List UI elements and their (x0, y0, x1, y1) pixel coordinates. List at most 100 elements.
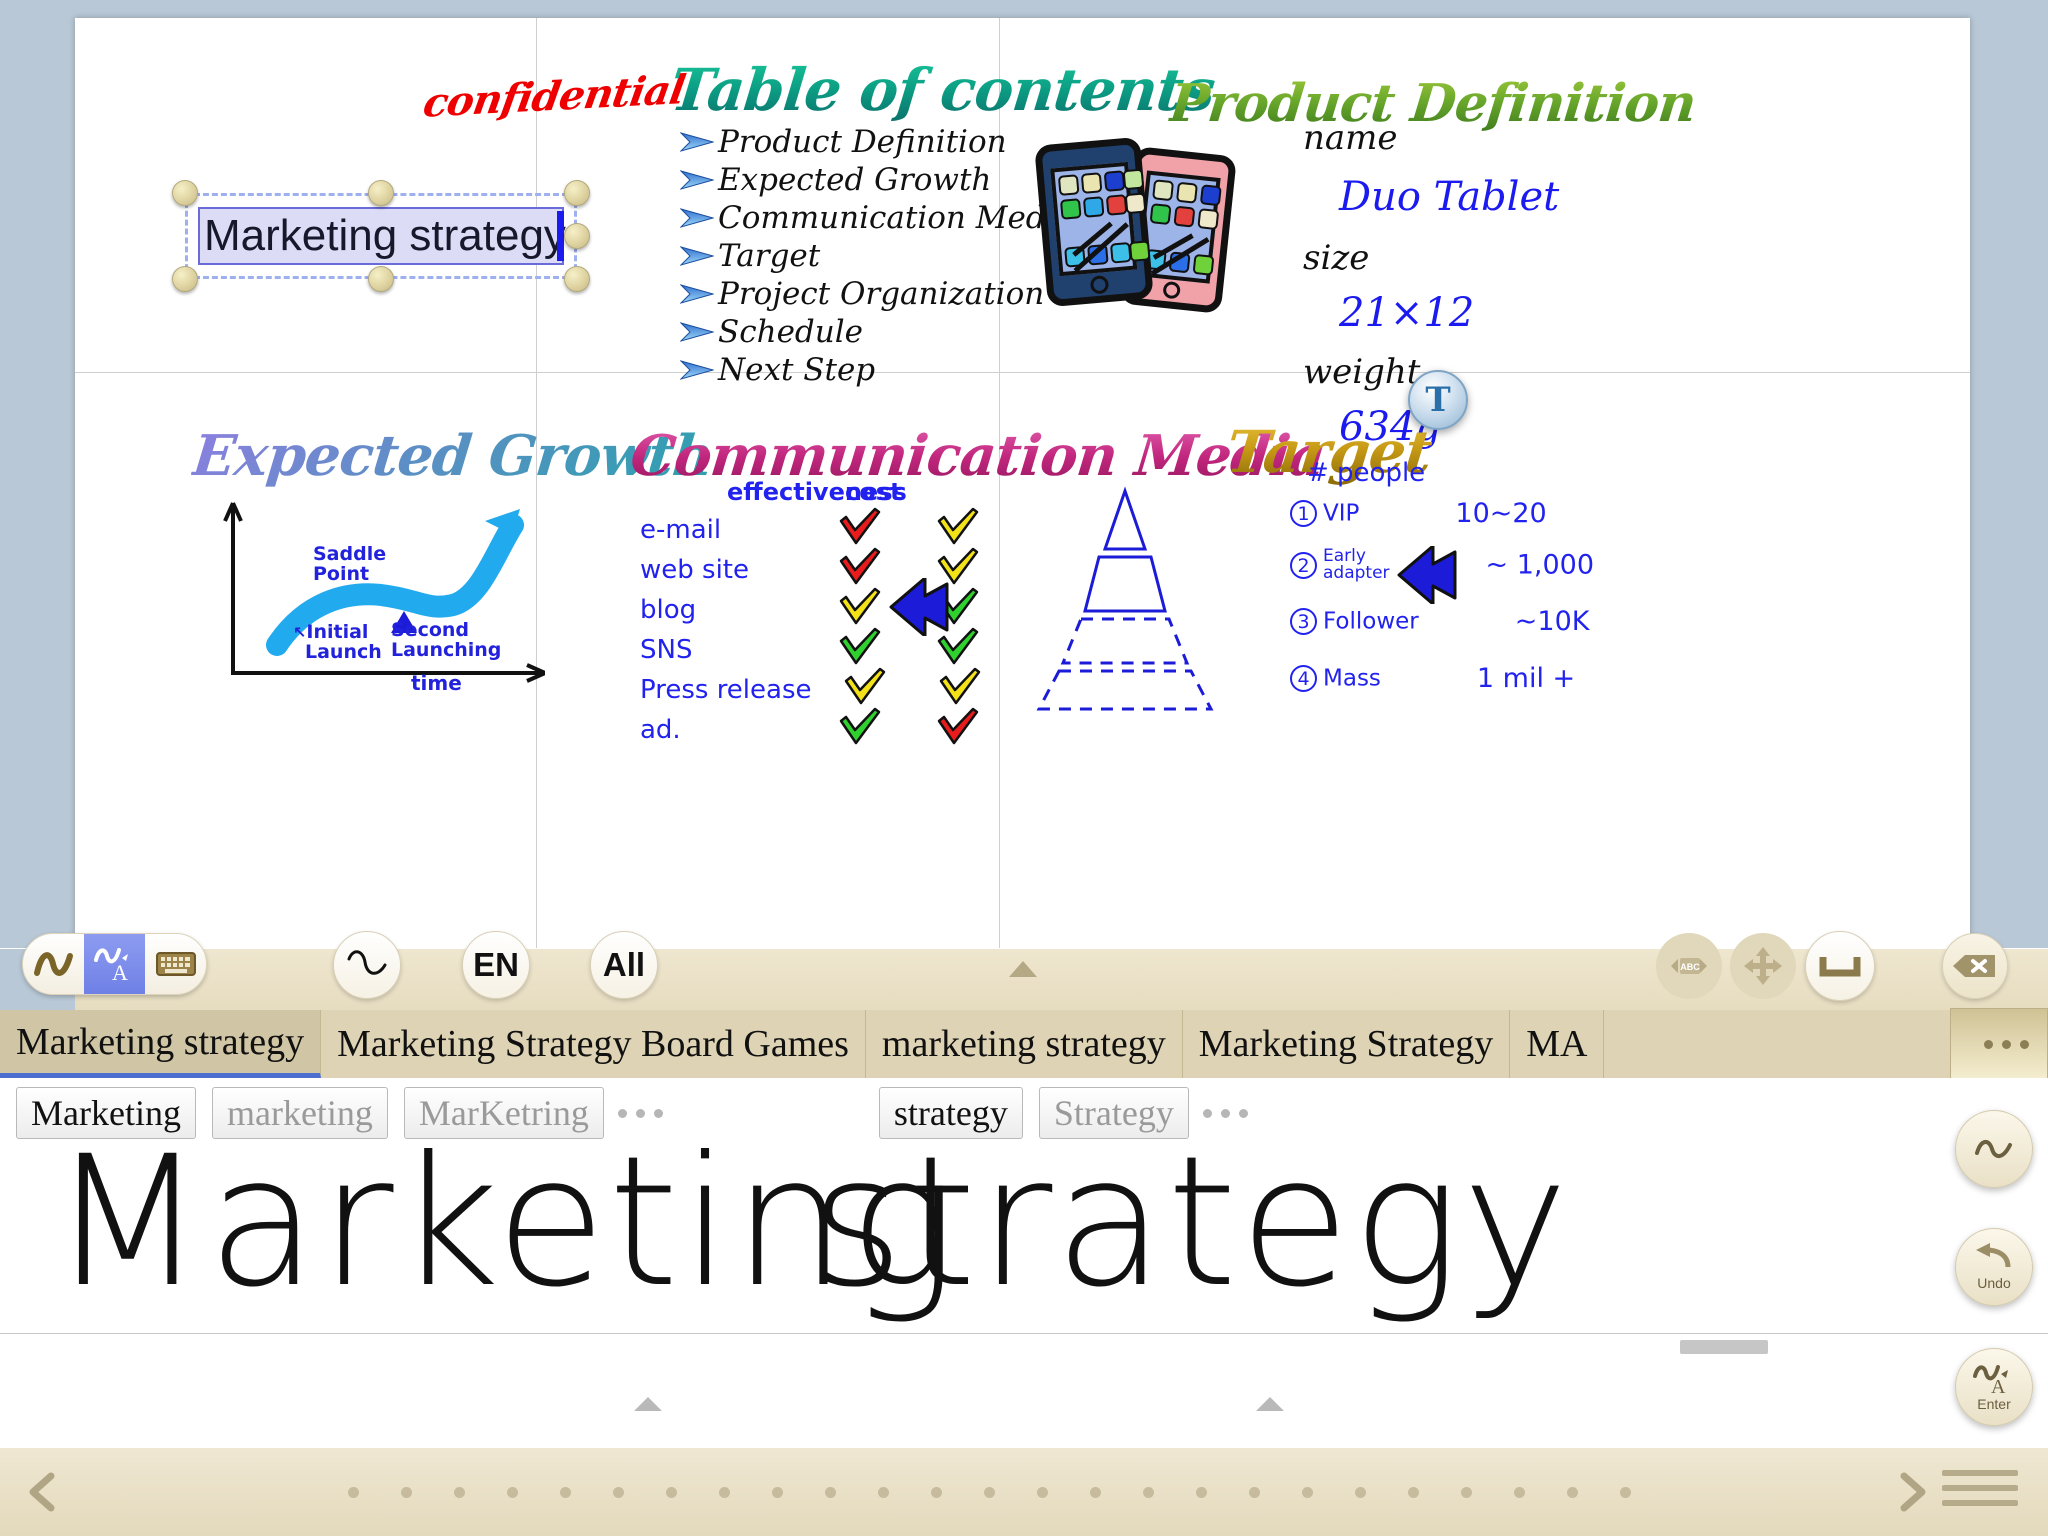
panel-table-of-contents[interactable] (75, 18, 536, 372)
spec-value: Duo Tablet (1339, 174, 1560, 220)
toc-item[interactable]: Next Step (680, 351, 1074, 389)
arrow-bullet-icon (680, 132, 714, 152)
menu-button[interactable] (1942, 1470, 2018, 1515)
candidate-item[interactable]: Marketing Strategy (1183, 1010, 1511, 1078)
target-row[interactable]: 3 Follower ~10K (1290, 606, 1589, 637)
second-launching-annotation: Second Launching (391, 619, 502, 661)
mode-handwriting-stroke-button[interactable] (23, 934, 84, 994)
svg-text:A: A (1991, 1376, 2006, 1396)
scope-all-button[interactable]: All (590, 931, 658, 999)
word-candidate-second[interactable]: Strategy (1038, 1087, 1189, 1139)
toc-item-label: Communication Media (718, 200, 1075, 236)
chevron-right-icon (1900, 1472, 1926, 1512)
toc-item[interactable]: Product Definition (680, 123, 1074, 161)
arrow-bullet-icon (680, 170, 714, 190)
spec-label: size (1303, 238, 1370, 278)
segment-marker-1[interactable] (634, 1397, 662, 1411)
saddle-point-annotation: Saddle Point (313, 543, 387, 585)
toc-item-label: Product Definition (718, 124, 1007, 160)
handwriting-input-area[interactable]: Marketing strategy (0, 1148, 2048, 1448)
cost-rating (916, 707, 1000, 754)
word-candidate-first[interactable]: Marketing (16, 1087, 196, 1139)
candidate-item[interactable]: MA (1510, 1010, 1605, 1078)
spec-label: name (1303, 118, 1398, 158)
candidate-more-button[interactable] (1950, 1008, 2048, 1080)
note-canvas[interactable]: confidential Marketing strategy Table of… (75, 18, 1970, 948)
move-button[interactable] (1730, 933, 1796, 999)
toc-item-label: Expected Growth (718, 162, 992, 198)
keyboard-icon (155, 952, 196, 976)
mode-keyboard-button[interactable] (145, 934, 206, 994)
checkmark-icon (839, 507, 880, 544)
abc-nav-icon: ABC (1671, 958, 1707, 974)
convert-stroke-icon (1975, 1140, 2012, 1158)
space-button[interactable] (1805, 931, 1875, 1001)
checkmark-icon (839, 547, 880, 584)
media-label: web site (640, 555, 749, 585)
highlight-arrow-icon (889, 578, 949, 636)
x-axis-label: time (411, 671, 462, 695)
toc-item[interactable]: Expected Growth (680, 161, 1074, 199)
language-button[interactable]: EN (462, 931, 530, 999)
arrow-bullet-icon (680, 246, 714, 266)
media-row[interactable]: SNS (640, 627, 1000, 670)
toc-item[interactable]: Schedule (680, 313, 1074, 351)
checkmark-icon (839, 707, 880, 744)
checkmark-icon (839, 587, 880, 624)
resize-handle-bottom-right[interactable] (564, 266, 590, 292)
toc-item-label: Next Step (718, 352, 876, 388)
enter-button[interactable]: A Enter (1955, 1348, 2033, 1426)
word-candidate-first[interactable]: MarKetring (403, 1087, 604, 1139)
text-tool-button[interactable]: T (1408, 370, 1468, 430)
target-label: VIP (1323, 500, 1360, 527)
collapse-toolbar-button[interactable] (995, 955, 1051, 983)
toc-item[interactable]: Project Organization (680, 275, 1074, 313)
toc-item-label: Project Organization (718, 276, 1045, 312)
more-dots-icon[interactable] (1202, 1108, 1248, 1118)
media-row[interactable]: Press release (640, 667, 1000, 710)
target-row[interactable]: 1 VIP 10~20 (1290, 498, 1547, 529)
more-dots-icon[interactable] (617, 1108, 663, 1118)
delete-button[interactable] (1942, 933, 2008, 999)
toc-list: Product Definition Expected Growth Commu… (680, 123, 1074, 389)
effectiveness-rating (804, 707, 916, 754)
resize-handle-top-right[interactable] (564, 180, 590, 206)
undo-button[interactable]: Undo (1955, 1228, 2033, 1306)
media-label: ad. (640, 715, 681, 745)
target-label: Mass (1323, 665, 1381, 692)
resize-handle-middle-right[interactable] (564, 223, 590, 249)
arrow-bullet-icon (680, 360, 714, 380)
target-row[interactable]: 4 Mass 1 mil + (1290, 663, 1575, 694)
toc-item-label: Schedule (718, 314, 863, 350)
checkmark-icon (845, 667, 886, 704)
bottom-bar (0, 1448, 2048, 1536)
abc-nav-button[interactable]: ABC (1656, 933, 1722, 999)
toc-item[interactable]: Target (680, 237, 1074, 275)
move-icon (1744, 947, 1782, 985)
text-caret (557, 211, 564, 261)
arrow-bullet-icon (680, 284, 714, 304)
column-header-cost: cost (845, 478, 902, 506)
candidate-item[interactable]: marketing strategy (866, 1010, 1183, 1078)
candidate-row-secondary[interactable]: Marketing marketing MarKetring strategy Stra… (0, 1078, 2048, 1148)
candidate-row-primary[interactable]: Marketing strategy Marketing Strategy Boa… (0, 1010, 2048, 1078)
segment-marker-2[interactable] (1256, 1397, 1284, 1411)
candidate-item[interactable]: Marketing Strategy Board Games (321, 1010, 866, 1078)
media-row[interactable]: ad. (640, 707, 1000, 750)
stroke-shape-button[interactable] (333, 931, 401, 999)
input-mode-segmented-control[interactable]: A (22, 933, 207, 995)
spec-label: weight (1303, 352, 1421, 392)
candidate-item[interactable]: Marketing strategy (0, 1010, 322, 1078)
media-label: Press release (640, 675, 812, 705)
word-candidate-first[interactable]: marketing (211, 1087, 388, 1139)
mode-handwriting-to-text-button[interactable]: A (84, 934, 145, 994)
word-candidate-second[interactable]: strategy (878, 1087, 1023, 1139)
media-row[interactable]: e-mail (640, 507, 1000, 550)
target-rank: 2 (1290, 551, 1317, 579)
toc-item[interactable]: Communication Media (680, 199, 1074, 237)
page-prev-button[interactable] (0, 1470, 90, 1514)
initial-launch-annotation: ↖Initial Launch (293, 621, 382, 663)
tablet-illustration (1034, 133, 1265, 314)
convert-button[interactable] (1955, 1110, 2033, 1188)
handwriting-to-text-icon: A (93, 948, 128, 984)
